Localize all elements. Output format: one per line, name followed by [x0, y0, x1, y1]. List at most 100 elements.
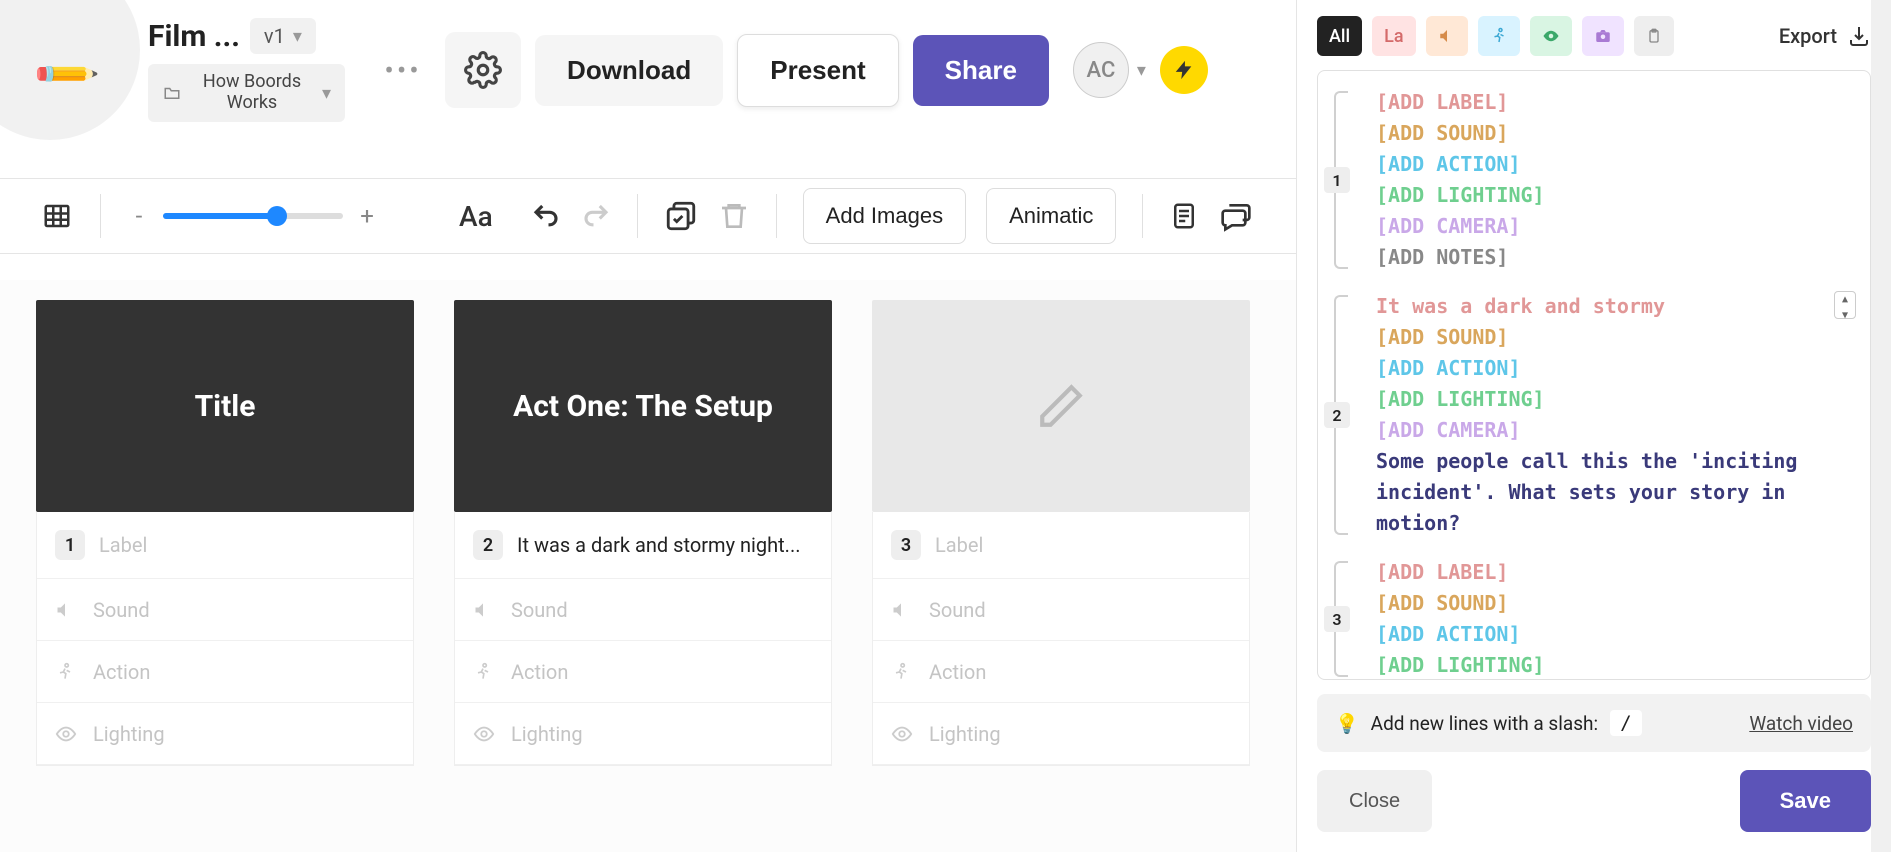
- script-line[interactable]: [ADD NOTES]: [1376, 242, 1860, 273]
- sound-field[interactable]: Sound: [873, 579, 1249, 641]
- save-button[interactable]: Save: [1740, 770, 1871, 832]
- frame-card[interactable]: Title1LabelSoundActionLighting: [36, 300, 414, 766]
- chevron-down-icon[interactable]: ▾: [1137, 60, 1146, 81]
- script-line[interactable]: [ADD LIGHTING]: [1376, 180, 1860, 211]
- redo-icon: [581, 201, 611, 231]
- upgrade-bolt-button[interactable]: [1160, 46, 1208, 94]
- present-button[interactable]: Present: [737, 34, 898, 107]
- script-line[interactable]: [ADD SOUND]: [1376, 588, 1860, 619]
- sound-icon: [1438, 27, 1456, 45]
- script-line[interactable]: [ADD SOUND]: [1376, 118, 1860, 149]
- share-button[interactable]: Share: [913, 35, 1049, 106]
- eye-icon: [55, 723, 79, 745]
- delete-button[interactable]: [718, 200, 750, 232]
- chat-stack-icon: [1219, 200, 1253, 232]
- sound-text: Sound: [511, 598, 568, 622]
- script-line[interactable]: [ADD ACTION]: [1376, 619, 1860, 650]
- frame-image[interactable]: Act One: The Setup: [454, 300, 832, 512]
- sound-field[interactable]: Sound: [455, 579, 831, 641]
- filter-all[interactable]: All: [1317, 16, 1362, 56]
- more-menu-button[interactable]: •••: [375, 42, 431, 98]
- script-line[interactable]: [ADD LABEL]: [1376, 87, 1860, 118]
- grid-view-button[interactable]: [40, 201, 74, 231]
- logo-area: ✏️: [0, 0, 140, 140]
- running-icon: [55, 662, 79, 682]
- version-selector[interactable]: v1 ▾: [250, 18, 316, 54]
- bolt-icon: [1173, 59, 1195, 81]
- action-field[interactable]: Action: [455, 641, 831, 703]
- zoom-track[interactable]: [163, 213, 343, 219]
- zoom-slider[interactable]: - +: [127, 202, 379, 230]
- script-editor[interactable]: 1[ADD LABEL][ADD SOUND][ADD ACTION][ADD …: [1317, 70, 1871, 680]
- filter-lighting[interactable]: [1530, 16, 1572, 56]
- script-line[interactable]: [ADD ACTION]: [1376, 149, 1860, 180]
- lighting-field[interactable]: Lighting: [455, 703, 831, 765]
- table-icon: [40, 201, 74, 231]
- script-row-number: 2: [1324, 402, 1350, 428]
- script-line[interactable]: [ADD LABEL]: [1376, 557, 1860, 588]
- label-field[interactable]: 3 Label: [873, 512, 1249, 579]
- zoom-in-button[interactable]: +: [355, 202, 379, 230]
- label-text: Label: [935, 533, 983, 557]
- download-button[interactable]: Download: [535, 35, 723, 106]
- script-line[interactable]: [ADD SOUND]: [1376, 322, 1860, 353]
- action-field[interactable]: Action: [37, 641, 413, 703]
- user-avatar[interactable]: AC: [1073, 42, 1129, 98]
- script-row[interactable]: 2It was a dark and stormy[ADD SOUND][ADD…: [1328, 291, 1860, 539]
- lightbulb-icon: 💡: [1335, 712, 1359, 735]
- lighting-field[interactable]: Lighting: [873, 703, 1249, 765]
- clipboard-icon: [1646, 27, 1662, 45]
- undo-button[interactable]: [531, 201, 561, 231]
- script-line[interactable]: Some people call this the 'inciting inci…: [1376, 446, 1860, 539]
- frame-number: 3: [891, 530, 921, 560]
- frame-number: 2: [473, 530, 503, 560]
- script-line[interactable]: It was a dark and stormy: [1376, 291, 1860, 322]
- close-button[interactable]: Close: [1317, 770, 1432, 832]
- sound-field[interactable]: Sound: [37, 579, 413, 641]
- filter-notes[interactable]: [1634, 16, 1674, 56]
- frame-image[interactable]: Title: [36, 300, 414, 512]
- multi-select-button[interactable]: [664, 199, 698, 233]
- folder-name: How Boords Works: [192, 72, 312, 113]
- script-line[interactable]: [ADD LIGHTING]: [1376, 384, 1860, 415]
- label-text: It was a dark and stormy night...: [517, 532, 801, 559]
- scrollbar-gutter[interactable]: [1871, 0, 1891, 852]
- zoom-thumb[interactable]: [267, 206, 287, 226]
- action-field[interactable]: Action: [873, 641, 1249, 703]
- export-button[interactable]: Export: [1779, 24, 1871, 48]
- filter-camera[interactable]: [1582, 16, 1624, 56]
- filter-action[interactable]: [1478, 16, 1520, 56]
- script-line[interactable]: [ADD LIGHTING]: [1376, 650, 1860, 680]
- row-stepper[interactable]: ▲▼: [1834, 291, 1856, 319]
- script-line[interactable]: [ADD CAMERA]: [1376, 415, 1860, 446]
- font-size-button[interactable]: Aa: [459, 200, 493, 233]
- animatic-button[interactable]: Animatic: [986, 188, 1116, 244]
- frame-card[interactable]: Act One: The Setup 2 It was a dark and sto…: [454, 300, 832, 766]
- filter-label[interactable]: La: [1372, 16, 1415, 56]
- project-title[interactable]: Film ...: [148, 19, 240, 54]
- frame-image[interactable]: [872, 300, 1250, 512]
- script-line[interactable]: [ADD ACTION]: [1376, 353, 1860, 384]
- zoom-out-button[interactable]: -: [127, 202, 151, 230]
- chevron-down-icon: ▾: [293, 26, 302, 47]
- label-field[interactable]: 1Label: [37, 512, 413, 579]
- script-row[interactable]: 1[ADD LABEL][ADD SOUND][ADD ACTION][ADD …: [1328, 87, 1860, 273]
- script-line[interactable]: [ADD CAMERA]: [1376, 211, 1860, 242]
- settings-button[interactable]: [445, 32, 521, 108]
- notes-view-button[interactable]: [1169, 200, 1199, 232]
- add-images-button[interactable]: Add Images: [803, 188, 966, 244]
- watch-video-link[interactable]: Watch video: [1749, 712, 1853, 735]
- redo-button[interactable]: [581, 201, 611, 231]
- tip-text: Add new lines with a slash:: [1371, 712, 1598, 735]
- script-row[interactable]: 3[ADD LABEL][ADD SOUND][ADD ACTION][ADD …: [1328, 557, 1860, 680]
- document-icon: [1169, 200, 1199, 232]
- comments-button[interactable]: [1219, 200, 1253, 232]
- running-icon: [473, 662, 497, 682]
- label-field[interactable]: 2 It was a dark and stormy night...: [455, 512, 831, 579]
- filter-sound[interactable]: [1426, 16, 1468, 56]
- lighting-text: Lighting: [511, 722, 583, 746]
- sound-icon: [891, 600, 915, 620]
- folder-selector[interactable]: How Boords Works ▾: [148, 64, 345, 121]
- lighting-field[interactable]: Lighting: [37, 703, 413, 765]
- frame-card[interactable]: 3 Label SoundActionLighting: [872, 300, 1250, 766]
